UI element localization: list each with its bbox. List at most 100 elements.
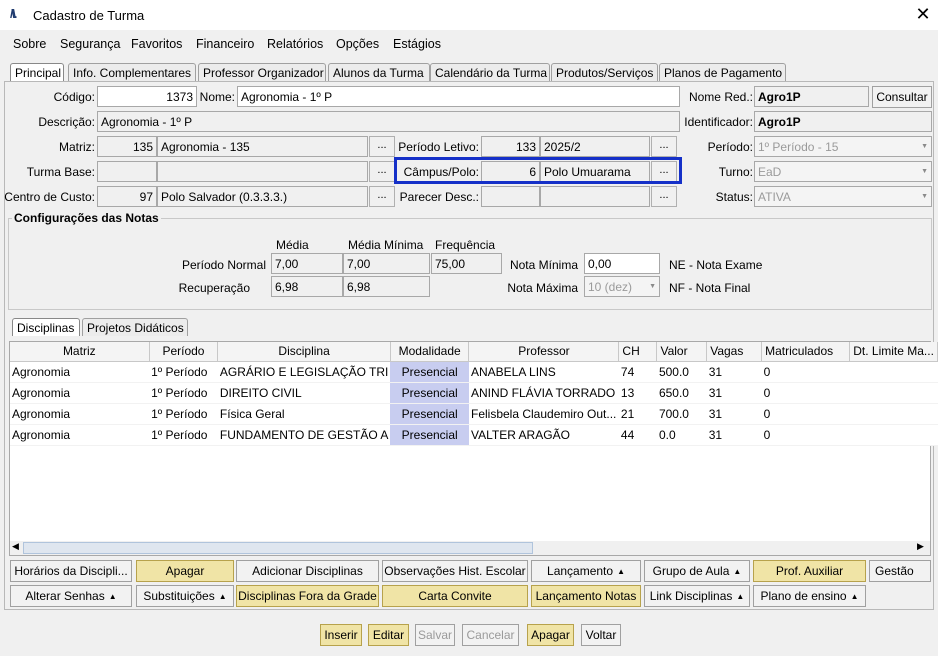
status-select[interactable]: ATIVA ▼	[754, 186, 932, 207]
col-dt-limite[interactable]: Dt. Limite Ma...	[849, 342, 938, 362]
cell-dt-limite	[849, 424, 938, 446]
cell-matriculados: 0	[761, 403, 850, 425]
adicionar-disciplinas-button[interactable]: Adicionar Disciplinas	[236, 560, 379, 582]
periodo-letivo-label: Período Letivo:	[398, 140, 479, 154]
nome-field[interactable]: Agronomia - 1º P	[237, 86, 680, 107]
menu-financeiro[interactable]: Financeiro	[196, 37, 254, 51]
nome-red-field[interactable]: Agro1P	[754, 86, 869, 107]
salvar-button[interactable]: Salvar	[415, 624, 455, 646]
col-periodo[interactable]: Período	[149, 342, 219, 362]
disciplinas-fora-grade-button[interactable]: Disciplinas Fora da Grade	[236, 585, 379, 607]
matriz-lookup-button[interactable]: ...	[369, 136, 395, 157]
gestao-button[interactable]: Gestão	[869, 560, 931, 582]
substituicoes-button[interactable]: Substituições ▲	[136, 585, 234, 607]
status-value: ATIVA	[758, 190, 791, 204]
parecer-field[interactable]	[540, 186, 650, 207]
inserir-button[interactable]: Inserir	[320, 624, 362, 646]
codigo-field[interactable]: 1373	[97, 86, 197, 107]
grupo-aula-label: Grupo de Aula	[652, 564, 730, 578]
cell-vagas: 31	[706, 403, 762, 425]
centro-custo-field[interactable]: Polo Salvador (0.3.3.3.)	[157, 186, 368, 207]
pn-media-minima-field[interactable]: 7,00	[343, 253, 430, 274]
menu-estagios[interactable]: Estágios	[393, 37, 441, 51]
col-disciplina[interactable]: Disciplina	[217, 342, 391, 362]
parecer-code-field[interactable]	[481, 186, 540, 207]
col-valor[interactable]: Valor	[656, 342, 708, 362]
rec-media-minima-field[interactable]: 6,98	[343, 276, 430, 297]
horarios-disciplina-button[interactable]: Horários da Discipli...	[10, 560, 132, 582]
matriz-label: Matriz:	[59, 140, 95, 154]
turma-base-name-field[interactable]	[157, 161, 368, 182]
cancelar-button[interactable]: Cancelar	[462, 624, 519, 646]
tab-projetos-didaticos[interactable]: Projetos Didáticos	[82, 318, 188, 336]
tab-alunos-turma[interactable]: Alunos da Turma	[328, 63, 430, 81]
menu-sobre[interactable]: Sobre	[13, 37, 46, 51]
cell-ch: 13	[618, 382, 657, 404]
tab-disciplinas[interactable]: Disciplinas	[12, 318, 80, 336]
col-vagas[interactable]: Vagas	[706, 342, 763, 362]
nota-minima-field[interactable]: 0,00	[584, 253, 660, 274]
apagar-disciplina-button[interactable]: Apagar	[136, 560, 234, 582]
lancamento-notas-button[interactable]: Lançamento Notas	[531, 585, 641, 607]
matriz-name-field[interactable]: Agronomia - 135	[157, 136, 368, 157]
close-icon[interactable]: ✕	[912, 4, 934, 26]
parecer-lookup-button[interactable]: ...	[651, 186, 677, 207]
periodo-letivo-code-field[interactable]: 133	[481, 136, 540, 157]
voltar-button[interactable]: Voltar	[581, 624, 621, 646]
apagar-button[interactable]: Apagar	[527, 624, 574, 646]
scroll-left-icon[interactable]: ◀	[12, 541, 19, 552]
table-row[interactable]: Agronomia 1º Período DIREITO CIVIL Prese…	[10, 382, 938, 404]
turma-base-lookup-button[interactable]: ...	[369, 161, 395, 182]
centro-custo-lookup-button[interactable]: ...	[369, 186, 395, 207]
scroll-thumb[interactable]	[23, 542, 533, 554]
plano-ensino-button[interactable]: Plano de ensino ▲	[753, 585, 866, 607]
scroll-right-icon[interactable]: ▶	[917, 541, 924, 552]
cell-disciplina: Física Geral	[217, 403, 391, 425]
periodo-letivo-lookup-button[interactable]: ...	[651, 136, 677, 157]
grupo-aula-button[interactable]: Grupo de Aula ▲	[644, 560, 750, 582]
col-professor[interactable]: Professor	[468, 342, 620, 362]
cell-ch: 44	[618, 424, 657, 446]
observacoes-hist-button[interactable]: Observações Hist. Escolar	[382, 560, 528, 582]
tab-planos-pagamento[interactable]: Planos de Pagamento	[659, 63, 786, 81]
turno-select[interactable]: EaD ▼	[754, 161, 932, 182]
table-row[interactable]: Agronomia 1º Período FUNDAMENTO DE GESTÃ…	[10, 424, 938, 446]
menu-seguranca[interactable]: Segurança	[60, 37, 120, 51]
matriz-code-field[interactable]: 135	[97, 136, 157, 157]
link-disciplinas-button[interactable]: Link Disciplinas ▲	[644, 585, 750, 607]
menu-opcoes[interactable]: Opções	[336, 37, 379, 51]
col-media-minima: Média Mínima	[348, 238, 424, 252]
table-row[interactable]: Agronomia 1º Período AGRÁRIO E LEGISLAÇÃ…	[10, 361, 938, 383]
table-row[interactable]: Agronomia 1º Período Física Geral Presen…	[10, 403, 938, 425]
pn-media-field[interactable]: 7,00	[271, 253, 343, 274]
centro-custo-code-field[interactable]: 97	[97, 186, 157, 207]
identificador-field[interactable]: Agro1P	[754, 111, 932, 132]
col-modalidade[interactable]: Modalidade	[390, 342, 470, 362]
prof-auxiliar-button[interactable]: Prof. Auxiliar	[753, 560, 866, 582]
tab-principal[interactable]: Principal	[10, 63, 64, 81]
horizontal-scrollbar[interactable]: ◀ ▶	[10, 541, 930, 555]
menu-relatorios[interactable]: Relatórios	[267, 37, 323, 51]
col-ch[interactable]: CH	[618, 342, 658, 362]
pn-frequencia-field[interactable]: 75,00	[431, 253, 502, 274]
tab-produtos-servicos[interactable]: Produtos/Serviços	[551, 63, 658, 81]
cell-valor: 500.0	[656, 361, 707, 383]
carta-convite-button[interactable]: Carta Convite	[382, 585, 528, 607]
col-matriz[interactable]: Matriz	[10, 342, 150, 362]
rec-media-field[interactable]: 6,98	[271, 276, 343, 297]
turma-base-code-field[interactable]	[97, 161, 157, 182]
editar-button[interactable]: Editar	[368, 624, 409, 646]
descricao-field[interactable]: Agronomia - 1º P	[97, 111, 680, 132]
nota-maxima-select[interactable]: 10 (dez) ▼	[584, 276, 660, 297]
tab-calendario-turma[interactable]: Calendário da Turma	[430, 63, 550, 81]
periodo-select[interactable]: 1º Período - 15 ▼	[754, 136, 932, 157]
cell-professor: ANABELA LINS	[468, 361, 619, 383]
alterar-senhas-button[interactable]: Alterar Senhas ▲	[10, 585, 132, 607]
lancamento-button[interactable]: Lançamento ▲	[531, 560, 641, 582]
consultar-button[interactable]: Consultar	[872, 86, 932, 108]
menu-favoritos[interactable]: Favoritos	[131, 37, 182, 51]
col-matriculados[interactable]: Matriculados	[761, 342, 851, 362]
periodo-letivo-field[interactable]: 2025/2	[540, 136, 650, 157]
tab-professor-organizador[interactable]: Professor Organizador	[198, 63, 326, 81]
tab-info-complementares[interactable]: Info. Complementares	[68, 63, 196, 81]
